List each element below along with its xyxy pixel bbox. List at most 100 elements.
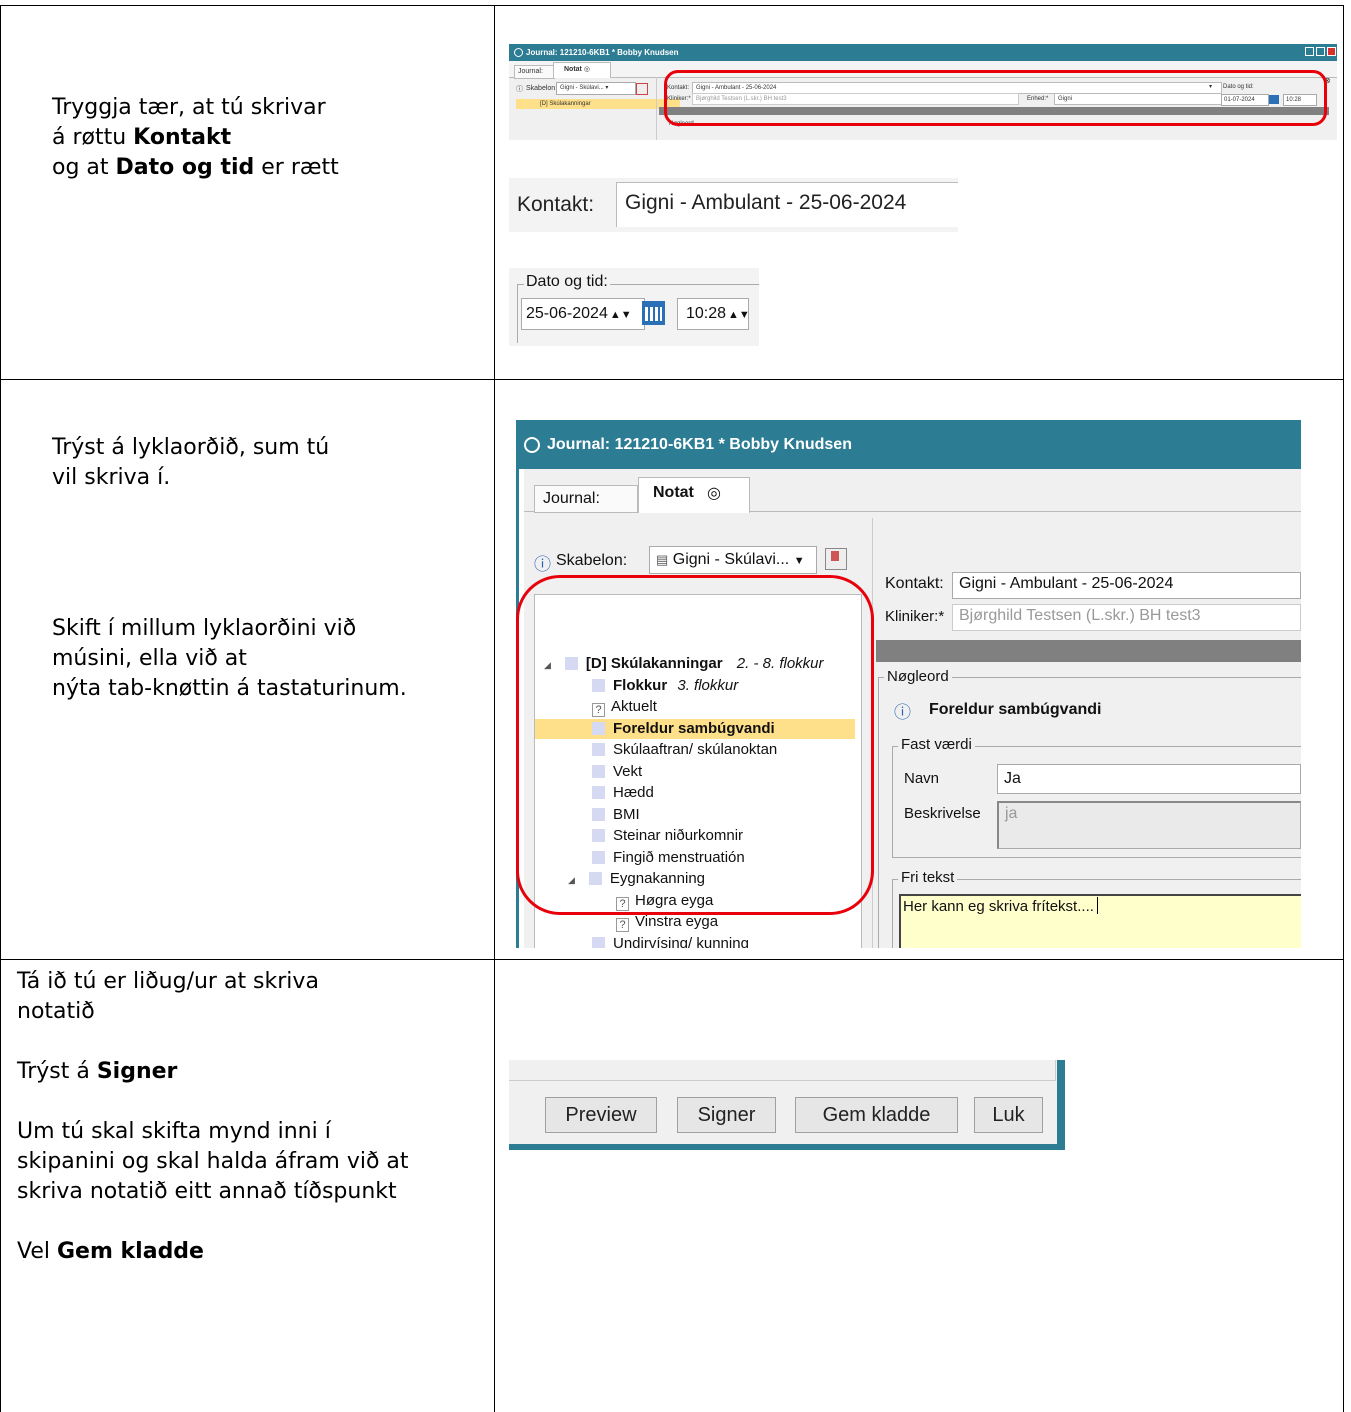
dropdown-icon[interactable]: ▼ <box>794 555 805 567</box>
info-icon-keyword: ⓘ <box>894 703 911 722</box>
row1-line: Tryggja tær, at tú skrivar <box>52 93 339 123</box>
tree-item[interactable]: ? Vinstra eyga <box>616 912 718 932</box>
highlight-ring-tree <box>516 575 874 915</box>
text-segment: Tryggja tær, at tú skrivar <box>52 95 326 120</box>
window-title: Journal: 121210-6KB1 * Bobby Knudsen <box>526 48 679 57</box>
row3-line <box>17 1087 409 1117</box>
fri-tekst-label: Fri tekst <box>898 869 958 886</box>
row1-line: á røttu Kontakt <box>52 123 339 153</box>
time-spinner-icon[interactable]: ▲▼ <box>728 309 750 321</box>
tree-item[interactable]: Undirvísing/ kunning <box>592 934 749 948</box>
luk-button[interactable]: Luk <box>974 1097 1043 1133</box>
tab-journal[interactable]: Journal: <box>514 65 555 79</box>
separator-bar-large <box>876 640 1301 662</box>
fri-tekst-area[interactable]: Her kann eg skriva frítekst.... <box>899 894 1301 948</box>
table-border-top <box>0 5 1344 6</box>
row2-line: vil skriva í. <box>52 465 171 490</box>
kontakt-select-medium[interactable]: Gigni - Ambulant - 25-06-2024 <box>952 572 1301 599</box>
row2-line: Trýst á lyklaorðið, sum tú <box>52 435 330 460</box>
table-row-divider-2 <box>0 959 1344 960</box>
text-segment: er rætt <box>254 155 339 180</box>
fast-vaerdi-group-bottom <box>892 857 1301 858</box>
text-segment: skriva notatið eitt annað tíðspunkt <box>17 1179 397 1204</box>
row2-instructions-part1: Trýst á lyklaorðið, sum tú vil skriva í. <box>52 433 329 493</box>
row3-line: Vel Gem kladde <box>17 1237 409 1267</box>
journal-window-screenshot: Journal: 121210-6KB1 * Bobby Knudsen Jou… <box>516 420 1301 948</box>
fast-vaerdi-label: Fast værdi <box>898 736 975 753</box>
tree-node-icon <box>592 936 605 948</box>
table-row-divider-1 <box>0 379 1344 380</box>
beskrivelse-label: Beskrivelse <box>904 805 981 822</box>
restore-icon[interactable] <box>1316 47 1325 56</box>
emphasized-term: Dato og tid <box>115 155 255 180</box>
emphasized-term: Gem kladde <box>56 1239 204 1264</box>
table-border-left <box>0 5 1 1412</box>
skabelon-select-large[interactable]: ▤ Gigni - Skúlavi... ▼ <box>649 546 817 574</box>
row2-line: nýta tab-knøttin á tastaturinum. <box>52 676 407 701</box>
highlight-ring-kontakt-dato <box>664 70 1327 126</box>
text-segment: skipanini og skal halda áfram við at <box>17 1149 409 1174</box>
navn-label: Navn <box>904 770 940 787</box>
skabelon-label-large: Skabelon: <box>556 552 628 569</box>
row3-line: skriva notatið eitt annað tíðspunkt <box>17 1177 409 1207</box>
selected-keyword-title: Foreldur sambúgvandi <box>929 701 1102 718</box>
navn-field[interactable]: Ja <box>997 764 1301 794</box>
tab-notat[interactable]: Notat ◎ <box>553 62 611 78</box>
kliniker-field-medium[interactable]: Bjørghild Testsen (L.skr.) BH test3 <box>952 604 1301 631</box>
row3-line <box>17 1027 409 1057</box>
row2-line: Skift í millum lyklaorðini við <box>52 616 357 641</box>
preview-button[interactable]: Preview <box>545 1097 657 1133</box>
kontakt-crop: Kontakt: Gigni - Ambulant - 25-06-2024 <box>509 178 958 232</box>
text-segment: Trýst á <box>17 1059 97 1084</box>
noegleord-group-left <box>878 677 879 948</box>
tab-notat-large[interactable]: Notat ◎ <box>638 477 750 513</box>
text-segment: og at <box>52 155 116 180</box>
expand-icon[interactable]: ◎ <box>707 483 721 503</box>
dato-og-tid-crop: Dato og tid: 25-06-2024 ▲▼ 10:28 ▲▼ <box>509 268 759 346</box>
text-segment: á røttu <box>52 125 134 150</box>
time-input[interactable]: 10:28 ▲▼ <box>677 298 750 330</box>
close-icon[interactable] <box>1327 47 1336 56</box>
row3-line: Trýst á Signer <box>17 1057 409 1087</box>
emphasized-term: Kontakt <box>133 125 232 150</box>
row3-line: skipanini og skal halda áfram við at <box>17 1147 409 1177</box>
stamp-icon[interactable] <box>636 83 648 95</box>
text-cursor <box>1096 897 1098 914</box>
kliniker-label-medium: Kliniker:* <box>885 608 945 625</box>
info-icon-large: ⓘ <box>534 555 551 574</box>
panel-divider <box>656 77 657 140</box>
tab-journal-large[interactable]: Journal: <box>534 485 638 513</box>
row1-instructions: Tryggja tær, at tú skrivar á røttu Kontak… <box>52 93 339 183</box>
signer-button[interactable]: Signer <box>677 1097 776 1133</box>
row2-instructions-part2: Skift í millum lyklaorðini við músini, el… <box>52 614 407 704</box>
content-area-edge <box>509 1060 1056 1081</box>
minimize-icon[interactable] <box>1305 47 1314 56</box>
date-spinner-icon[interactable]: ▲▼ <box>610 309 632 321</box>
table-column-divider <box>494 5 495 1412</box>
beskrivelse-field[interactable]: ja <box>997 801 1301 849</box>
kontakt-field-large[interactable]: Gigni - Ambulant - 25-06-2024 <box>616 182 958 227</box>
gem-kladde-button[interactable]: Gem kladde <box>795 1097 958 1133</box>
kontakt-label-large: Kontakt: <box>517 193 595 216</box>
window-titlebar: Journal: 121210-6KB1 * Bobby Knudsen <box>509 44 1337 61</box>
row1-line: og at Dato og tid er rætt <box>52 153 339 183</box>
window-titlebar-large: Journal: 121210-6KB1 * Bobby Knudsen <box>516 420 1301 469</box>
noegleord-label-large: Nøgleord <box>884 668 952 685</box>
calendar-icon-large[interactable] <box>642 301 665 325</box>
text-segment: Vel <box>17 1239 57 1264</box>
stamp-icon-large[interactable] <box>825 548 847 570</box>
skabelon-select[interactable]: Gigni - Skúlavi... ▾ <box>556 82 636 95</box>
fast-vaerdi-group-left <box>892 746 893 858</box>
template-icon: ▤ <box>656 552 669 567</box>
row3-line: notatið <box>17 997 409 1027</box>
date-input[interactable]: 25-06-2024 ▲▼ <box>521 298 645 330</box>
journal-window-screenshot-small: Journal: 121210-6KB1 * Bobby Knudsen Jou… <box>509 44 1337 140</box>
dato-og-tid-label: Dato og tid: <box>524 273 610 291</box>
row3-instructions: Tá ið tú er liðug/ur at skriva notatið Trý… <box>17 967 409 1267</box>
kontakt-label-medium: Kontakt: <box>885 575 944 592</box>
text-segment: notatið <box>17 999 95 1024</box>
text-segment: Tá ið tú er liðug/ur at skriva <box>17 969 319 994</box>
journal-icon <box>514 48 523 57</box>
row3-line <box>17 1207 409 1237</box>
window-bottom-border <box>509 1144 1065 1150</box>
